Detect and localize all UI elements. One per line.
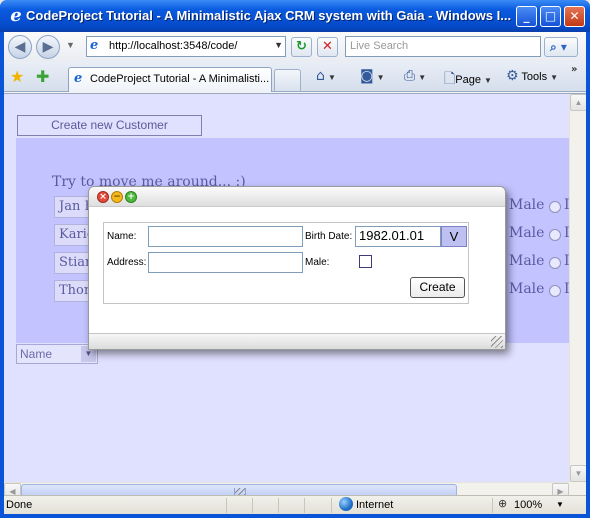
page-icon: e [90, 38, 99, 53]
page-menu-label: Page [455, 74, 481, 86]
address-field[interactable]: e http://localhost:3548/code/ ▼ [86, 36, 286, 57]
gender-label: Male [509, 225, 545, 241]
dialog-footer [89, 333, 505, 349]
gender-label: Male [509, 281, 545, 297]
gender-radio[interactable] [549, 201, 561, 213]
home-icon: ⌂ [316, 68, 325, 84]
toolbar-overflow-icon[interactable]: » [571, 64, 577, 75]
status-text: Done [6, 499, 33, 511]
browser-chrome: ◀ ▶ ▼ e http://localhost:3548/code/ ▼ ↻ … [4, 32, 586, 514]
sort-select-value: Name [20, 347, 53, 361]
gender-radio[interactable] [549, 285, 561, 297]
minimize-icon[interactable]: − [111, 191, 123, 203]
new-customer-dialog[interactable]: × − + Name: Birth Date: 1982.01.01 V Add… [88, 186, 506, 350]
address-field[interactable] [148, 252, 303, 273]
gender-label: Male [509, 253, 545, 269]
search-input[interactable]: Live Search [345, 36, 541, 57]
home-button[interactable]: ⌂ ▼ [316, 68, 336, 84]
page-icon: 🗋 [444, 71, 456, 87]
security-zone[interactable]: Internet [356, 499, 393, 511]
add-favorites-icon[interactable]: ✚ [36, 67, 49, 86]
feeds-button[interactable]: ◙ ▼ [360, 68, 385, 84]
dialog-title-bar[interactable]: × − + [89, 187, 505, 207]
birth-date-field[interactable]: 1982.01.01 [355, 226, 441, 247]
favorites-star-icon[interactable]: ★ [10, 67, 24, 86]
gender-radio[interactable] [549, 229, 561, 241]
scroll-up-button[interactable]: ▲ [570, 94, 586, 111]
customer-form: Name: Birth Date: 1982.01.01 V Address: … [103, 222, 469, 304]
ie-logo-icon: e [10, 5, 22, 26]
tools-menu-label: Tools [521, 71, 548, 83]
gear-icon: ⚙ [506, 68, 519, 84]
back-button[interactable]: ◀ [8, 35, 32, 59]
window-title: CodeProject Tutorial - A Minimalistic Aj… [26, 8, 512, 23]
print-button[interactable]: ⎙ ▼ [404, 68, 426, 84]
resize-grip-icon[interactable] [491, 336, 503, 348]
history-dropdown-icon[interactable]: ▼ [66, 40, 75, 50]
name-field[interactable] [148, 226, 303, 247]
maximize-icon[interactable]: + [125, 191, 137, 203]
sort-select[interactable]: Name ▼ [16, 344, 98, 364]
address-bar-row: ◀ ▶ ▼ e http://localhost:3548/code/ ▼ ↻ … [4, 32, 586, 62]
tools-menu[interactable]: ⚙ Tools ▼ [506, 68, 558, 84]
forward-button[interactable]: ▶ [36, 35, 60, 59]
close-button[interactable]: ✕ [564, 6, 585, 27]
address-label: Address: [107, 257, 147, 268]
male-checkbox[interactable] [359, 255, 372, 268]
name-label: Name: [107, 231, 137, 242]
zoom-level[interactable]: 100% [514, 499, 542, 511]
browser-window: e CodeProject Tutorial - A Minimalistic … [0, 0, 590, 518]
gender-radio[interactable] [549, 257, 561, 269]
address-text: http://localhost:3548/code/ [109, 40, 238, 52]
title-bar[interactable]: e CodeProject Tutorial - A Minimalistic … [0, 0, 590, 32]
feeds-icon: ◙ [360, 68, 374, 84]
tab-label: CodeProject Tutorial - A Minimalisti... [90, 73, 270, 85]
address-dropdown-icon[interactable]: ▼ [274, 40, 283, 50]
search-placeholder: Live Search [350, 40, 409, 52]
zoom-dropdown-icon[interactable]: ▼ [556, 500, 564, 509]
maximize-button[interactable]: □ [540, 6, 561, 27]
create-button[interactable]: Create [410, 277, 465, 298]
status-bar: Done Internet ⊕ 100% ▼ [4, 495, 586, 514]
date-picker-button[interactable]: V [441, 226, 467, 247]
create-customer-button[interactable]: Create new Customer [17, 115, 202, 136]
print-icon: ⎙ [404, 68, 416, 84]
internet-globe-icon [339, 497, 353, 511]
page-viewport: Create new Customer Try to move me aroun… [4, 93, 586, 498]
refresh-button[interactable]: ↻ [291, 37, 312, 57]
search-icon[interactable]: ⌕ ▾ [544, 37, 578, 57]
male-label: Male: [305, 257, 330, 268]
close-icon[interactable]: × [97, 191, 109, 203]
gender-label: Male [509, 197, 545, 213]
stop-button[interactable]: ✕ [317, 37, 338, 57]
tab-bar: ★ ✚ e CodeProject Tutorial - A Minimalis… [4, 62, 586, 92]
zoom-icon: ⊕ [498, 497, 508, 510]
tab-ie-icon: e [74, 71, 83, 86]
new-tab-button[interactable] [274, 69, 301, 91]
page-menu[interactable]: 🗋Page ▼ [444, 68, 492, 92]
tab-active[interactable]: e CodeProject Tutorial - A Minimalisti..… [68, 67, 272, 92]
scroll-down-button[interactable]: ▼ [570, 465, 586, 482]
birth-date-label: Birth Date: [305, 231, 353, 242]
minimize-button[interactable]: _ [516, 6, 537, 27]
vertical-scrollbar[interactable]: ▲ ▼ [569, 94, 586, 482]
